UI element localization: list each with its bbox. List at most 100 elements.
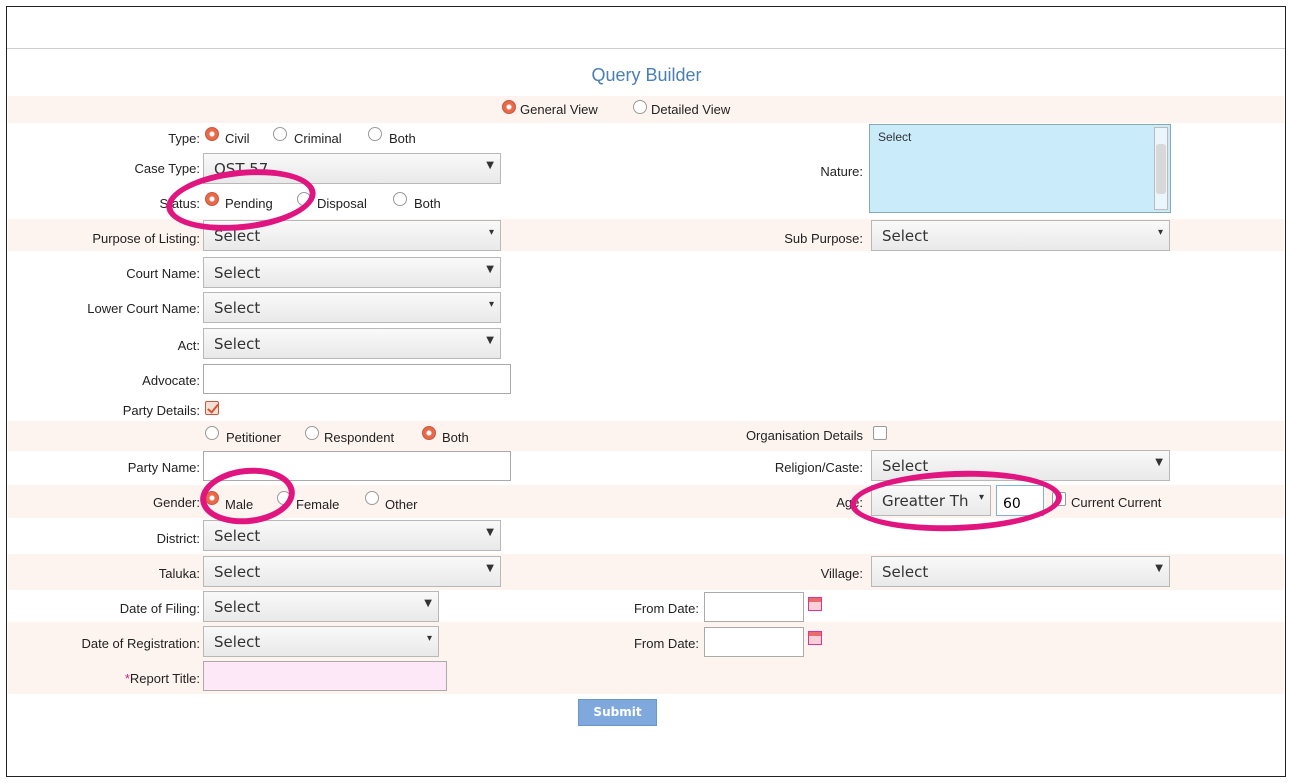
district-value: Select	[214, 527, 261, 545]
lower-court-select[interactable]: Select ▾	[203, 292, 501, 323]
page-title: Query Builder	[591, 65, 702, 85]
court-name-select[interactable]: Select ▼	[203, 257, 501, 288]
chevron-down-icon: ▼	[1155, 563, 1163, 574]
report-title-input[interactable]	[203, 661, 447, 691]
gender-female-radio[interactable]	[277, 491, 291, 505]
court-name-value: Select	[214, 264, 261, 282]
lower-court-label: Lower Court Name:	[87, 301, 200, 316]
respondent-radio[interactable]	[305, 426, 319, 440]
date-filing-value: Select	[214, 598, 261, 616]
from-date-label-2: From Date:	[633, 636, 699, 651]
gender-other-label: Other	[385, 497, 418, 512]
respondent-label: Respondent	[324, 430, 395, 445]
district-select[interactable]: Select ▼	[203, 520, 501, 551]
chevron-down-icon: ▼	[486, 335, 494, 346]
act-label: Act:	[177, 338, 200, 353]
chevron-down-icon: ▼	[486, 527, 494, 538]
type-both-label: Both	[389, 131, 416, 146]
religion-label: Religion/Caste:	[774, 460, 863, 475]
chevron-down-icon: ▼	[486, 264, 494, 275]
type-civil-radio[interactable]	[205, 127, 219, 141]
row-band	[8, 421, 1284, 451]
taluka-select[interactable]: Select ▼	[203, 556, 501, 587]
status-both-label: Both	[414, 196, 441, 211]
status-label: Status:	[159, 196, 200, 211]
chevron-down-icon: ▼	[424, 598, 432, 609]
taluka-label: Taluka:	[158, 566, 200, 581]
status-pending-label: Pending	[225, 196, 273, 211]
type-criminal-radio[interactable]	[273, 127, 287, 141]
report-title-label: *Report Title:	[125, 671, 200, 686]
gender-male-label: Male	[225, 497, 254, 512]
report-title-label-text: Report Title:	[129, 671, 200, 686]
sub-purpose-select[interactable]: Select ▾	[871, 220, 1170, 251]
date-registration-value: Select	[214, 633, 261, 651]
petitioner-label: Petitioner	[226, 430, 281, 445]
scrollbar-thumb[interactable]	[1156, 144, 1166, 194]
date-filing-label: Date of Filing:	[119, 601, 200, 616]
nature-listbox[interactable]: Select	[869, 124, 1171, 213]
gender-male-radio[interactable]	[205, 491, 219, 505]
date-filing-select[interactable]: Select ▼	[203, 591, 439, 622]
party-details-label: Party Details:	[122, 403, 200, 418]
nature-label: Nature:	[820, 164, 863, 179]
calendar-icon[interactable]	[808, 631, 822, 645]
chevron-down-icon: ▾	[426, 633, 432, 644]
chevron-down-icon: ▾	[488, 299, 494, 310]
chevron-down-icon: ▾	[488, 227, 494, 238]
party-details-checkbox[interactable]	[205, 401, 219, 415]
status-disposal-label: Disposal	[317, 196, 367, 211]
age-value-input[interactable]	[996, 485, 1044, 516]
general-view-radio[interactable]	[502, 100, 516, 114]
case-type-label: Case Type:	[134, 161, 200, 176]
date-registration-label: Date of Registration:	[81, 636, 200, 651]
act-select[interactable]: Select ▼	[203, 328, 501, 359]
taluka-value: Select	[214, 563, 261, 581]
village-label: Village:	[820, 566, 863, 581]
case-type-select[interactable]: OST 57 ▼	[203, 153, 501, 184]
type-criminal-label: Criminal	[294, 131, 342, 146]
party-name-input[interactable]	[203, 451, 511, 481]
chevron-down-icon: ▼	[486, 563, 494, 574]
organisation-checkbox[interactable]	[873, 426, 887, 440]
type-both-radio[interactable]	[368, 127, 382, 141]
header-divider	[7, 48, 1285, 49]
lower-court-value: Select	[214, 299, 261, 317]
nature-scrollbar[interactable]	[1154, 127, 1168, 210]
chevron-down-icon: ▾	[978, 492, 984, 503]
from-date-input-1[interactable]	[704, 592, 804, 622]
village-select[interactable]: Select ▼	[871, 556, 1170, 587]
party-both-label: Both	[442, 430, 469, 445]
case-type-value: OST 57	[214, 160, 269, 178]
party-both-radio[interactable]	[422, 426, 436, 440]
status-disposal-radio[interactable]	[297, 192, 311, 206]
nature-value: Select	[878, 130, 912, 144]
advocate-label: Advocate:	[142, 373, 200, 388]
purpose-select[interactable]: Select ▾	[203, 220, 501, 251]
calendar-icon[interactable]	[808, 597, 822, 611]
gender-label: Gender:	[153, 495, 200, 510]
detailed-view-label: Detailed View	[651, 102, 731, 117]
type-civil-label: Civil	[225, 131, 250, 146]
court-name-label: Court Name:	[126, 266, 200, 281]
date-registration-select[interactable]: Select ▾	[203, 626, 439, 657]
submit-button[interactable]: Submit	[578, 699, 657, 726]
advocate-input[interactable]	[203, 364, 511, 394]
gender-female-label: Female	[296, 497, 340, 512]
status-both-radio[interactable]	[393, 192, 407, 206]
village-value: Select	[882, 563, 929, 581]
from-date-input-2[interactable]	[704, 627, 804, 657]
status-pending-radio[interactable]	[205, 192, 219, 206]
detailed-view-radio[interactable]	[633, 100, 647, 114]
sub-purpose-value: Select	[882, 227, 929, 245]
current-label: Current Current	[1071, 495, 1162, 510]
age-operator-select[interactable]: Greatter Th ▾	[871, 485, 991, 516]
type-label: Type:	[168, 131, 200, 146]
chevron-down-icon: ▼	[1155, 457, 1163, 468]
religion-select[interactable]: Select ▼	[871, 450, 1170, 481]
gender-other-radio[interactable]	[365, 491, 379, 505]
petitioner-radio[interactable]	[205, 426, 219, 440]
current-checkbox[interactable]	[1052, 492, 1066, 506]
from-date-label-1: From Date:	[633, 601, 699, 616]
sub-purpose-label: Sub Purpose:	[784, 231, 863, 246]
